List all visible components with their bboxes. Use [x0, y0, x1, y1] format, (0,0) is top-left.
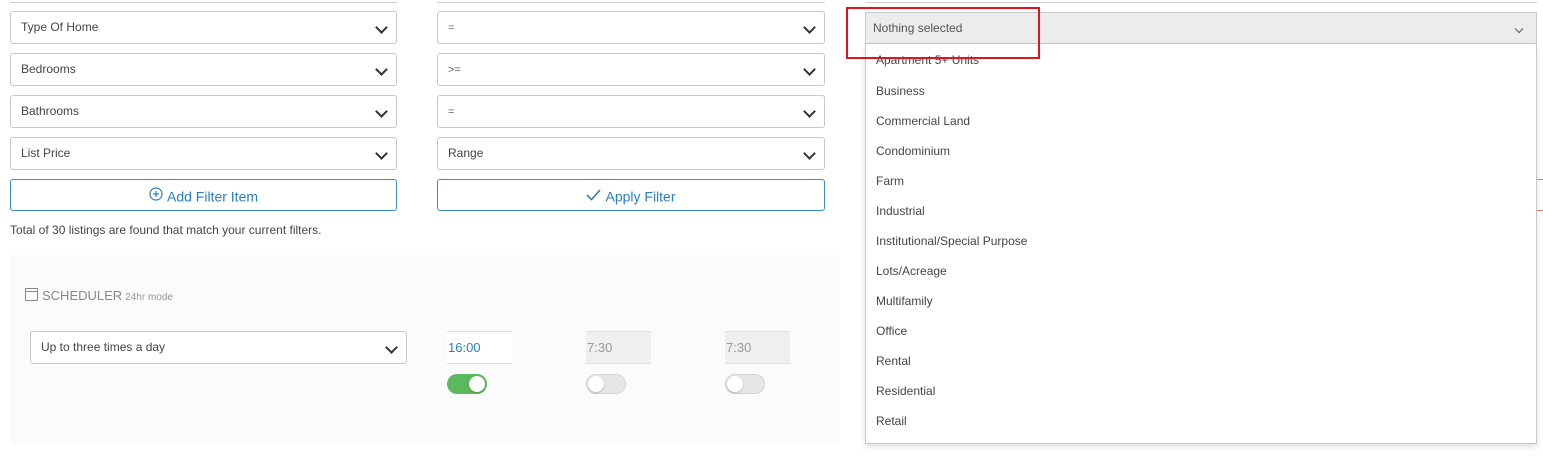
apply-filter-button[interactable]: Apply Filter [437, 179, 825, 211]
option-rental[interactable]: Rental [876, 354, 911, 368]
filter-field-value: Bathrooms [21, 104, 80, 118]
chevron-down-icon [803, 105, 816, 118]
schedule-toggle-1[interactable] [447, 374, 487, 394]
chevron-down-icon [375, 21, 388, 34]
chevron-down-icon [375, 105, 388, 118]
filter-value-multiselect[interactable]: Nothing selected [865, 12, 1537, 44]
scheduler-title: SCHEDULER [42, 288, 123, 303]
field-border-top [865, 0, 1537, 3]
apply-filter-label: Apply Filter [605, 188, 676, 205]
field-border-top [437, 0, 825, 3]
calendar-icon [25, 288, 38, 301]
filter-field-value: Type Of Home [21, 20, 99, 34]
plus-circle-icon [149, 181, 163, 211]
filter-operator-value: = [448, 22, 455, 34]
toggle-knob [588, 376, 604, 392]
option-residential[interactable]: Residential [876, 384, 935, 398]
filter-field-select-bedrooms[interactable]: Bedrooms [10, 53, 397, 86]
checkmark-icon [586, 181, 602, 211]
filter-value-options-menu: Apartment 5+ Units Business Commercial L… [865, 44, 1537, 444]
filter-field-select-type-of-home[interactable]: Type Of Home [10, 11, 397, 44]
scheduler-mode-label: 24hr mode [125, 292, 173, 303]
option-institutional-special-purpose[interactable]: Institutional/Special Purpose [876, 234, 1027, 248]
filter-field-select-bathrooms[interactable]: Bathrooms [10, 95, 397, 128]
filter-operator-select[interactable]: Range [437, 137, 825, 170]
schedule-toggle-2[interactable] [586, 374, 626, 394]
schedule-time-input-3[interactable]: 7:30 [725, 331, 790, 364]
add-filter-item-button[interactable]: Add Filter Item [10, 179, 397, 211]
option-business[interactable]: Business [876, 84, 925, 98]
filter-value-selected-text: Nothing selected [873, 21, 963, 35]
schedule-frequency-value: Up to three times a day [41, 340, 166, 354]
field-border-top [10, 0, 397, 3]
filter-operator-select[interactable]: = [437, 11, 825, 44]
filter-operator-value: >= [448, 64, 461, 76]
option-farm[interactable]: Farm [876, 174, 904, 188]
filter-operator-select[interactable]: = [437, 95, 825, 128]
option-lots-acreage[interactable]: Lots/Acreage [876, 264, 947, 278]
schedule-frequency-select[interactable]: Up to three times a day [30, 331, 407, 364]
option-industrial[interactable]: Industrial [876, 204, 925, 218]
edge-line [1537, 210, 1543, 211]
option-condominium[interactable]: Condominium [876, 144, 950, 158]
chevron-down-icon [803, 63, 816, 76]
schedule-toggle-3[interactable] [725, 374, 765, 394]
chevron-down-icon [1514, 24, 1524, 34]
results-count-text: Total of 30 listings are found that matc… [10, 223, 322, 237]
filter-operator-value: = [448, 106, 455, 118]
option-multifamily[interactable]: Multifamily [876, 294, 933, 308]
filter-operator-value: Range [448, 146, 484, 160]
option-retail[interactable]: Retail [876, 414, 907, 428]
option-commercial-land[interactable]: Commercial Land [876, 114, 970, 128]
chevron-down-icon [385, 341, 398, 354]
schedule-time-input-1[interactable]: 16:00 [447, 331, 512, 364]
filter-field-value: Bedrooms [21, 62, 76, 76]
option-office[interactable]: Office [876, 324, 907, 338]
filter-field-value: List Price [21, 146, 71, 160]
chevron-down-icon [803, 147, 816, 160]
chevron-down-icon [803, 21, 816, 34]
schedule-time-input-2[interactable]: 7:30 [586, 331, 651, 364]
filter-operator-select[interactable]: >= [437, 53, 825, 86]
filter-field-select-list-price[interactable]: List Price [10, 137, 397, 170]
edge-line [1537, 179, 1543, 180]
option-apartment-5-units[interactable]: Apartment 5+ Units [876, 53, 979, 67]
chevron-down-icon [375, 147, 388, 160]
scheduler-heading: SCHEDULER 24hr mode [25, 288, 173, 303]
add-filter-item-label: Add Filter Item [166, 188, 259, 205]
toggle-knob [469, 376, 485, 392]
chevron-down-icon [375, 63, 388, 76]
toggle-knob [727, 376, 743, 392]
